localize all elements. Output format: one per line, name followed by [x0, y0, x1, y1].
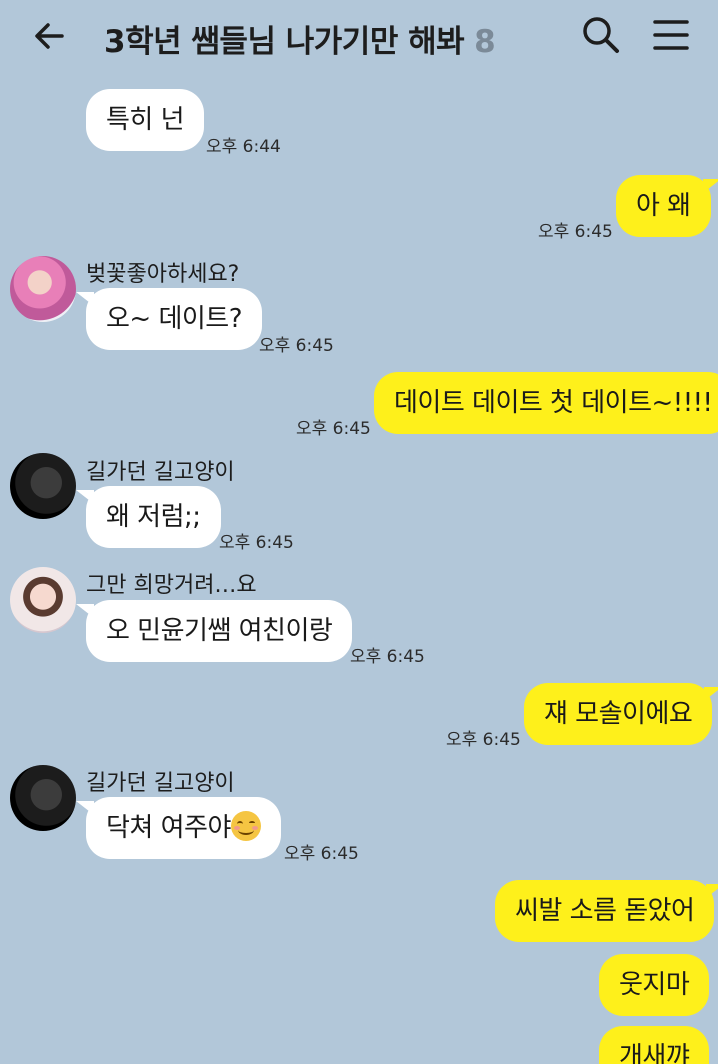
outgoing-message-bubble[interactable]: 데이트 데이트 첫 데이트~!!!! [374, 372, 718, 434]
message-timestamp: 오후 6:45 [296, 419, 371, 439]
sender-name: 길가던 길고양이 [86, 460, 235, 485]
chat-room-title: 3학년 쌤들님 나가기만 해봐 8 [104, 16, 496, 61]
hamburger-menu-icon[interactable] [650, 14, 692, 56]
incoming-message-bubble[interactable]: 오~ 데이트? [75, 288, 263, 350]
sender-name: 그만 희망거려…요 [86, 573, 257, 598]
chat-header: 3학년 쌤들님 나가기만 해봐 8 [0, 0, 718, 70]
incoming-message-bubble[interactable]: 왜 저럼;; [76, 486, 221, 548]
member-count: 8 [474, 24, 496, 60]
outgoing-message-bubble[interactable]: 개새꺄 [599, 1026, 710, 1064]
incoming-message-bubble[interactable]: 특히 넌 [86, 89, 205, 151]
avatar[interactable] [10, 453, 76, 519]
outgoing-message-bubble[interactable]: 씨발 소름 돋았어 [495, 880, 718, 942]
avatar[interactable] [10, 567, 76, 633]
message-timestamp: 오후 6:45 [350, 647, 425, 667]
avatar[interactable] [10, 256, 76, 322]
message-timestamp: 오후 6:45 [284, 844, 359, 864]
arrow-left-icon[interactable] [30, 16, 70, 56]
sender-name: 벚꽃좋아하세요? [86, 262, 240, 287]
outgoing-message-bubble[interactable]: 쟤 모솔이에요 [524, 683, 718, 745]
incoming-message-bubble[interactable]: 오 민윤기쌤 여친이랑 [75, 600, 353, 662]
message-timestamp: 오후 6:45 [538, 222, 613, 242]
message-timestamp: 오후 6:44 [206, 137, 281, 157]
message-timestamp: 오후 6:45 [259, 336, 334, 356]
message-timestamp: 오후 6:45 [219, 533, 294, 553]
outgoing-message-bubble[interactable]: 웃지마 [599, 954, 710, 1016]
incoming-message-bubble[interactable]: 닥쳐 여주야 [76, 797, 281, 859]
message-timestamp: 오후 6:45 [446, 730, 521, 750]
smiling-face-emoji [230, 811, 261, 841]
search-icon[interactable] [580, 14, 622, 56]
sender-name: 길가던 길고양이 [86, 771, 235, 796]
outgoing-message-bubble[interactable]: 아 왜 [616, 175, 718, 237]
avatar[interactable] [10, 765, 76, 831]
chat-room-name: 3학년 쌤들님 나가기만 해봐 [104, 24, 465, 60]
message-text: 닥쳐 여주야 [106, 813, 231, 843]
